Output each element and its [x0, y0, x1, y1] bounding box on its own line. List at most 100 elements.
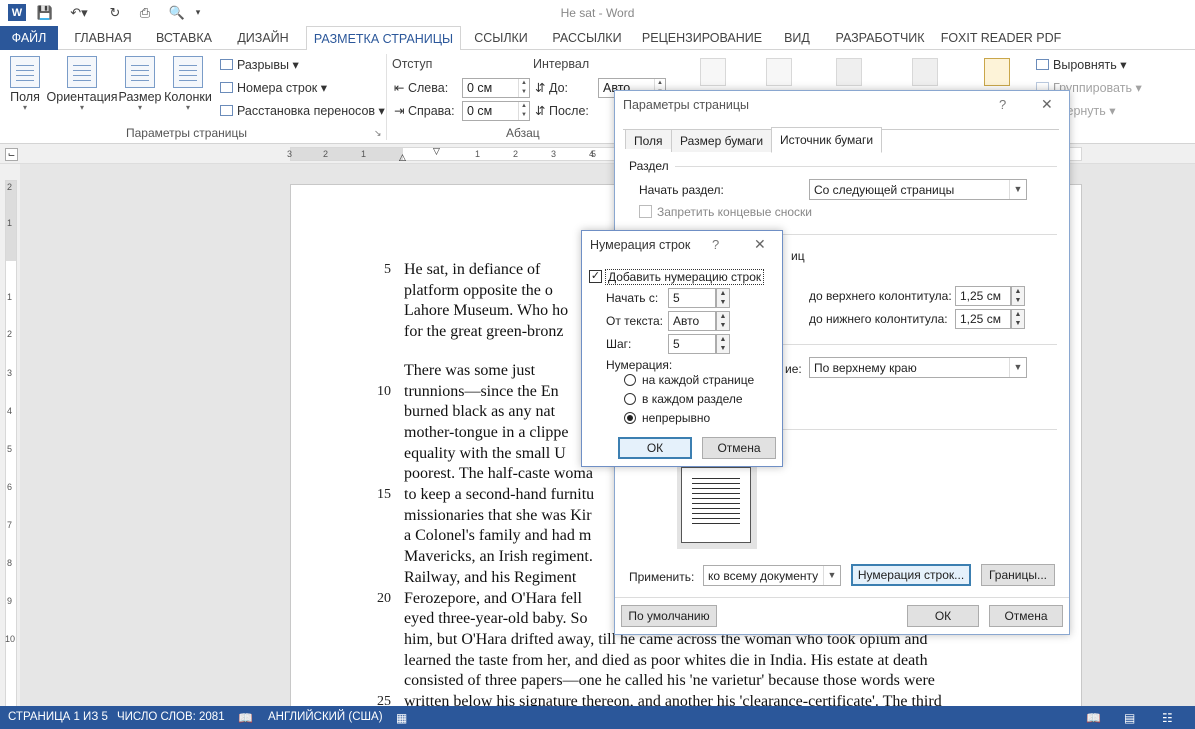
borders-button[interactable]: Границы...	[981, 564, 1055, 586]
indent-right-label: ⇥ Справа:	[394, 104, 455, 118]
tab-design[interactable]: ДИЗАЙН	[228, 26, 298, 50]
line-numbering-title: Нумерация строк	[590, 238, 691, 252]
help-icon[interactable]: ?	[999, 97, 1006, 112]
vruler-number: 10	[5, 634, 16, 644]
indent-left-input[interactable]: 0 см ▲ ▼	[462, 78, 530, 98]
macro-icon[interactable]: ▦	[396, 711, 407, 725]
read-mode-icon[interactable]: 📖	[1086, 711, 1101, 725]
chevron-down-icon: ▼	[1009, 358, 1026, 377]
vruler-number: 2	[7, 329, 13, 339]
restart-each-page-radio[interactable]	[624, 374, 636, 386]
tab-view[interactable]: ВИД	[774, 26, 820, 50]
continuous-label: непрерывно	[642, 411, 711, 425]
wrap-text-icon[interactable]	[766, 58, 792, 86]
tab-margins[interactable]: Поля	[625, 129, 672, 149]
language-indicator[interactable]: АНГЛИЙСКИЙ (США)	[268, 711, 383, 723]
line-numbering-cancel-button[interactable]: Отмена	[702, 437, 776, 459]
indent-label: Отступ	[392, 57, 433, 71]
vruler-number: 5	[7, 444, 13, 454]
tab-layout[interactable]: Источник бумаги	[771, 127, 883, 153]
section-label: Раздел	[629, 159, 669, 173]
from-text-spin[interactable]: ▲ ▼	[716, 311, 730, 331]
send-backward-icon[interactable]	[912, 58, 938, 86]
ok-button[interactable]: ОК	[907, 605, 979, 627]
count-by-label: Шаг:	[606, 337, 632, 351]
size-button[interactable]: Размер ▾	[118, 56, 162, 112]
indent-right-input[interactable]: 0 см ▲ ▼	[462, 101, 530, 121]
breaks-icon	[220, 59, 233, 70]
align-button[interactable]: Выровнять ▾	[1036, 57, 1127, 72]
cancel-button[interactable]: Отмена	[989, 605, 1063, 627]
spacing-before-icon: ⇵	[535, 81, 546, 95]
indent-left-spin[interactable]: ▲ ▼	[518, 79, 529, 97]
count-by-spin[interactable]: ▲ ▼	[716, 334, 730, 354]
continuous-radio[interactable]	[624, 412, 636, 424]
add-line-numbering-checkbox[interactable]: ✓	[589, 270, 602, 283]
tab-home[interactable]: ГЛАВНАЯ	[64, 26, 142, 50]
word-count[interactable]: ЧИСЛО СЛОВ: 2081	[117, 711, 225, 723]
set-default-button[interactable]: По умолчанию	[621, 605, 717, 627]
from-header-label: до верхнего колонтитула:	[809, 289, 952, 303]
from-header-spin[interactable]: ▲ ▼	[1011, 286, 1025, 306]
group-separator	[386, 54, 387, 140]
vruler-number: 4	[7, 406, 13, 416]
apply-select[interactable]: ко всему документу ▼	[703, 565, 841, 586]
vruler-number: 9	[7, 596, 13, 606]
restart-each-section-radio[interactable]	[624, 393, 636, 405]
tab-paper-size[interactable]: Размер бумаги	[671, 129, 773, 152]
ribbon-tabs: ФАЙЛ ГЛАВНАЯ ВСТАВКА ДИЗАЙН РАЗМЕТКА СТР…	[0, 26, 1195, 51]
tab-page-layout[interactable]: РАЗМЕТКА СТРАНИЦЫ	[306, 26, 461, 51]
margins-icon	[10, 56, 40, 88]
start-section-label: Начать раздел:	[639, 183, 724, 197]
proofing-icon[interactable]: 📖	[238, 711, 253, 725]
start-at-label: Начать с:	[606, 291, 659, 305]
headers-label: иц	[791, 249, 805, 263]
tab-foxit[interactable]: FOXIT READER PDF	[940, 26, 1062, 50]
line-number: 20	[377, 590, 391, 606]
selection-pane-icon[interactable]	[984, 58, 1010, 86]
position-icon[interactable]	[700, 58, 726, 86]
line-numbering-ok-button[interactable]: ОК	[618, 437, 692, 459]
indent-right-spin[interactable]: ▲ ▼	[518, 102, 529, 120]
document-line[interactable]: learned the taste from her, and died as …	[404, 652, 1034, 670]
bring-forward-icon[interactable]	[836, 58, 862, 86]
from-text-label: От текста:	[606, 314, 663, 328]
close-icon[interactable]: ✕	[754, 236, 766, 253]
start-at-spin[interactable]: ▲ ▼	[716, 288, 730, 308]
start-at-input[interactable]: 5	[668, 288, 716, 308]
tab-review[interactable]: РЕЦЕНЗИРОВАНИЕ	[640, 26, 764, 50]
from-footer-spin[interactable]: ▲ ▼	[1011, 309, 1025, 329]
tab-file[interactable]: ФАЙЛ	[0, 26, 58, 50]
close-icon[interactable]: ✕	[1041, 96, 1053, 113]
tab-mailings[interactable]: РАССЫЛКИ	[544, 26, 630, 50]
document-line[interactable]: consisted of three papers—one he called …	[404, 672, 1034, 690]
margins-button[interactable]: Поля ▾	[6, 56, 44, 112]
from-text-input[interactable]: Авто	[668, 311, 716, 331]
indent-marker-icon[interactable]: △	[399, 152, 406, 163]
vertical-align-select[interactable]: По верхнему краю ▼	[809, 357, 1027, 378]
tab-references[interactable]: ССЫЛКИ	[468, 26, 534, 50]
columns-button[interactable]: Колонки ▾	[162, 56, 214, 112]
from-header-input[interactable]: 1,25 см	[955, 286, 1011, 306]
tab-selector-icon[interactable]: ⌙	[5, 148, 18, 161]
vertical-ruler[interactable]: 2 1 1 2 3 4 5 6 7 8 9 10	[0, 164, 20, 710]
breaks-button[interactable]: Разрывы ▾	[220, 57, 299, 72]
web-layout-icon[interactable]: ☷	[1162, 711, 1173, 725]
tab-developer[interactable]: РАЗРАБОТЧИК	[828, 26, 932, 50]
count-by-input[interactable]: 5	[668, 334, 716, 354]
start-section-select[interactable]: Со следующей страницы ▼	[809, 179, 1027, 200]
line-numbers-button[interactable]: Номера строк ▾	[220, 80, 327, 95]
tab-insert[interactable]: ВСТАВКА	[148, 26, 220, 50]
print-layout-icon[interactable]: ▤	[1124, 711, 1135, 725]
suppress-endnotes-checkbox[interactable]	[639, 205, 652, 218]
hyphenation-button[interactable]: Расстановка переносов ▾	[220, 103, 385, 118]
orientation-button[interactable]: Ориентация ▾	[46, 56, 118, 112]
page-setup-launcher-icon[interactable]: ↘	[374, 128, 382, 139]
indent-right-icon: ⇥	[394, 104, 405, 118]
from-footer-input[interactable]: 1,25 см	[955, 309, 1011, 329]
page-count[interactable]: СТРАНИЦА 1 ИЗ 5	[8, 711, 108, 723]
ruler-number: 1	[475, 149, 481, 159]
help-icon[interactable]: ?	[712, 237, 719, 252]
first-line-indent-icon[interactable]: ▽	[433, 146, 440, 157]
line-numbers-button[interactable]: Нумерация строк...	[851, 564, 971, 586]
